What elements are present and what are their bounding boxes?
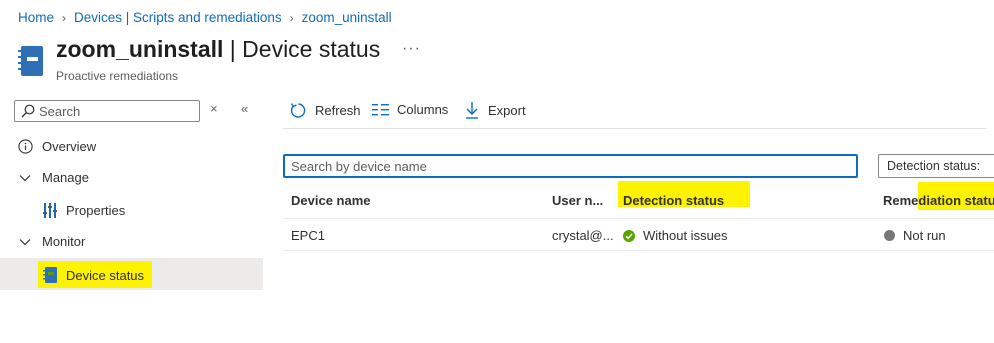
page-title-page: Device status	[242, 36, 381, 62]
breadcrumb-scripts-remediations[interactable]: Devices | Scripts and remediations	[74, 10, 282, 25]
page-title-name: zoom_uninstall	[56, 36, 224, 62]
header-divider	[283, 218, 994, 219]
breadcrumb-zoom-uninstall[interactable]: zoom_uninstall	[302, 10, 392, 25]
refresh-label: Refresh	[315, 103, 361, 118]
remediation-status-text: Not run	[903, 228, 946, 243]
collapse-nav-icon[interactable]: «	[241, 101, 248, 116]
sidebar-item-overview[interactable]: Overview	[18, 139, 96, 154]
row-divider	[283, 250, 994, 251]
sidebar-item-label: Manage	[42, 170, 89, 185]
not-run-icon	[884, 230, 895, 241]
sidebar-group-manage[interactable]: Manage	[18, 170, 89, 185]
more-options-button[interactable]: ···	[402, 40, 421, 58]
toolbar-divider	[283, 128, 986, 129]
chevron-right-icon: ›	[289, 10, 294, 25]
device-search-input[interactable]	[285, 158, 851, 174]
cell-detection-status: Without issues	[623, 228, 728, 243]
page-title-separator: |	[223, 36, 243, 62]
info-icon	[18, 139, 33, 154]
sidebar-item-label: Properties	[66, 203, 126, 218]
download-icon	[466, 102, 478, 119]
sidebar-item-device-status[interactable]: Device status	[43, 267, 144, 283]
clear-search-icon[interactable]: ×	[210, 101, 218, 116]
chevron-down-icon	[19, 238, 31, 245]
breadcrumb-home[interactable]: Home	[18, 10, 54, 25]
device-status-icon	[43, 267, 57, 283]
sidebar-item-label: Monitor	[42, 234, 86, 249]
search-icon	[21, 104, 35, 118]
cell-remediation-status: Not run	[884, 228, 946, 243]
properties-icon	[43, 203, 57, 218]
sidebar-item-label: Device status	[66, 267, 145, 283]
refresh-button[interactable]: Refresh	[290, 102, 361, 119]
export-button[interactable]: Export	[465, 102, 526, 119]
column-header-user[interactable]: User n...	[552, 193, 603, 208]
detection-status-filter[interactable]: Detection status:	[878, 154, 994, 178]
refresh-icon	[290, 103, 306, 118]
columns-label: Columns	[397, 102, 449, 117]
page-subtitle: Proactive remediations	[56, 69, 179, 83]
export-label: Export	[488, 103, 526, 118]
columns-button[interactable]: Columns	[372, 102, 448, 117]
breadcrumb: Home › Devices | Scripts and remediation…	[18, 10, 392, 25]
success-check-icon	[623, 229, 635, 242]
sidebar-group-monitor[interactable]: Monitor	[18, 234, 85, 249]
sidebar-item-label: Overview	[42, 139, 97, 154]
cell-device-name[interactable]: EPC1	[291, 228, 325, 243]
column-header-device-name[interactable]: Device name	[291, 193, 371, 208]
page-title: zoom_uninstall | Device status	[56, 36, 380, 63]
script-icon	[18, 46, 43, 76]
chevron-right-icon: ›	[62, 10, 67, 25]
sidebar-item-properties[interactable]: Properties	[43, 203, 125, 218]
nav-search[interactable]	[14, 100, 200, 122]
column-header-remediation-status[interactable]: Remediation statu	[883, 193, 994, 208]
column-header-detection-status[interactable]: Detection status	[623, 193, 724, 208]
device-search[interactable]	[283, 154, 858, 178]
columns-icon	[372, 103, 389, 115]
chevron-down-icon	[19, 174, 31, 181]
cell-user: crystal@...	[552, 228, 614, 243]
nav-search-input[interactable]	[39, 103, 189, 119]
detection-status-text: Without issues	[643, 228, 728, 243]
